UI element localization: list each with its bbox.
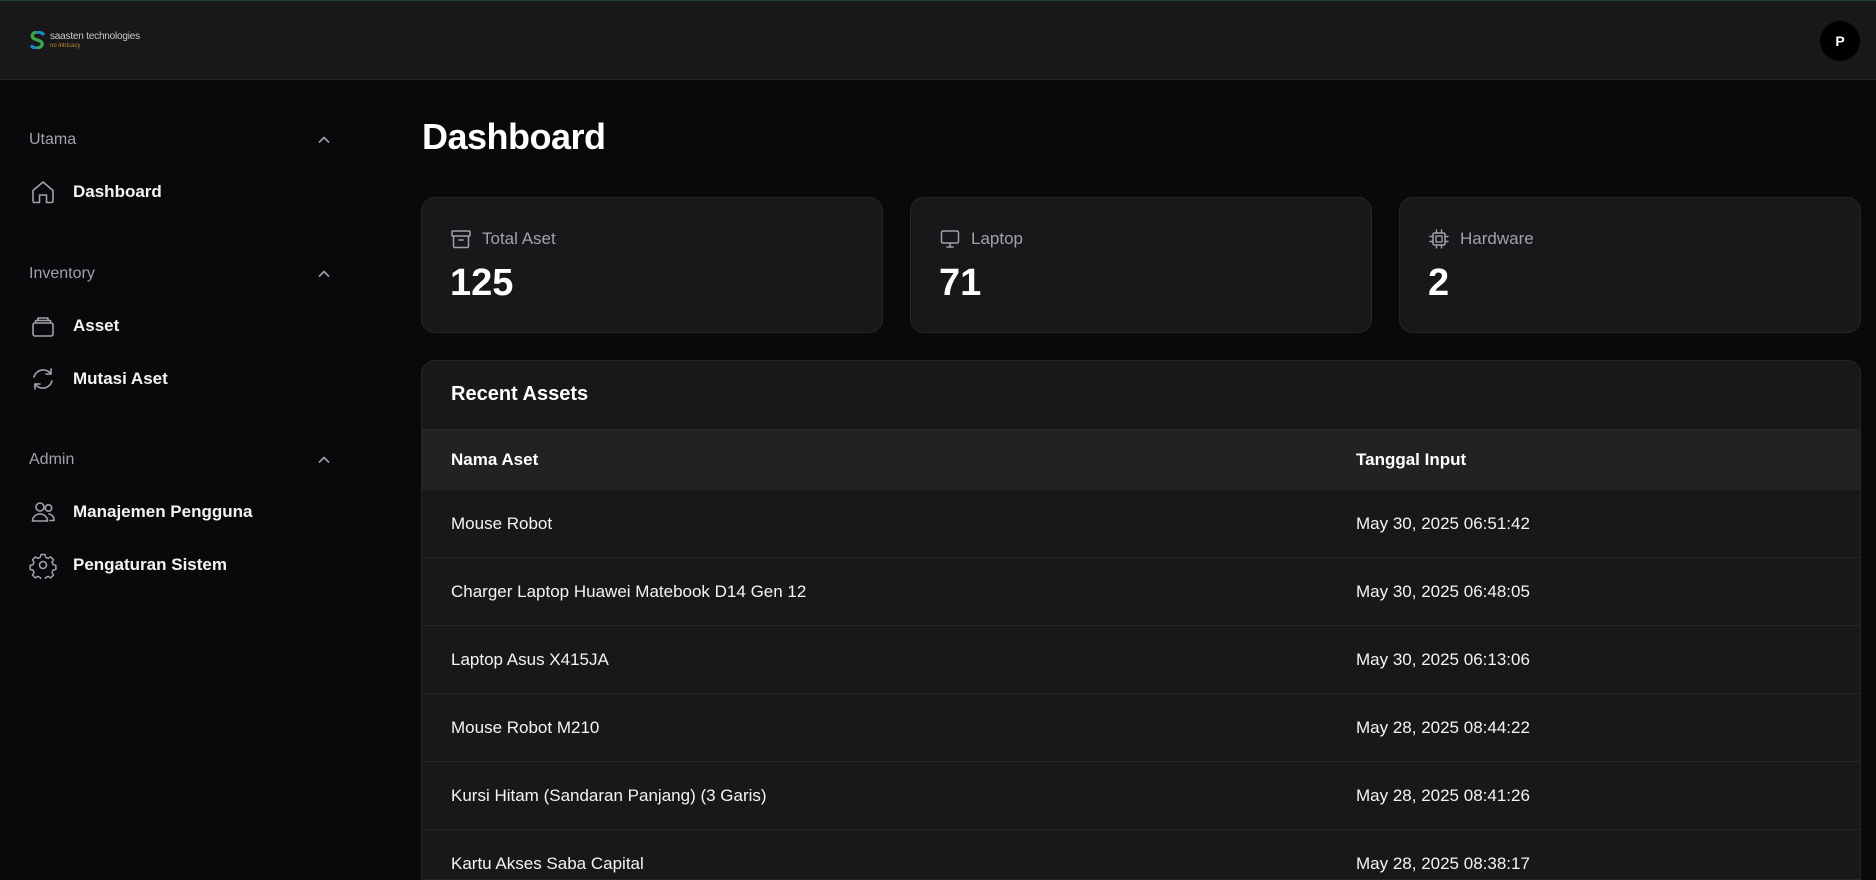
chevron-up-icon [318,136,330,143]
archive-icon [451,230,471,249]
sidebar-item-asset[interactable]: Asset [29,311,329,341]
refresh-icon [33,368,53,390]
asset-name-cell: Mouse Robot [451,513,553,533]
table-row[interactable]: Charger Laptop Huawei Matebook D14 Gen 1… [422,557,1860,625]
stat-value: 125 [450,262,514,304]
table-header: Nama Aset Tanggal Input [422,429,1860,489]
cpu-icon [1429,229,1449,249]
column-header-tanggal-input[interactable]: Tanggal Input [1356,450,1466,470]
sidebar-item-label: Mutasi Aset [73,369,168,388]
asset-date-cell: May 30, 2025 06:48:05 [1356,581,1530,601]
monitor-icon [940,230,960,248]
table-row[interactable]: Kartu Akses Saba Capital May 28, 2025 08… [422,829,1860,879]
sidebar: Utama Dashboard Inventory Asset Mutasi A… [0,80,350,859]
asset-date-cell: May 30, 2025 06:13:06 [1356,649,1530,669]
box-stack-icon [32,317,54,337]
sidebar-item-dashboard[interactable]: Dashboard [29,177,329,207]
users-icon [31,502,55,522]
sidebar-group-inventory[interactable]: Inventory [29,262,330,286]
asset-name-cell: Kursi Hitam (Sandaran Panjang) (3 Garis) [451,785,767,805]
page-title: Dashboard [422,116,606,157]
recent-assets-card: Recent Assets Nama Aset Tanggal Input Mo… [421,360,1861,880]
stat-card-total-aset: Total Aset 125 [421,197,883,333]
asset-name-cell: Mouse Robot M210 [451,717,600,737]
sidebar-group-title: Admin [29,451,75,468]
asset-date-cell: May 28, 2025 08:38:17 [1356,853,1530,873]
sidebar-group-utama[interactable]: Utama [29,128,330,152]
home-icon [32,181,54,204]
column-header-nama-aset[interactable]: Nama Aset [451,450,538,470]
sidebar-item-pengaturan-sistem[interactable]: Pengaturan Sistem [29,550,329,580]
asset-name-cell: Laptop Asus X415JA [451,649,609,669]
stat-value: 2 [1428,262,1450,304]
stat-value: 71 [939,262,982,304]
sidebar-group-title: Utama [29,131,77,148]
brand-name: saasten technologies [50,30,140,42]
sidebar-item-label: Pengaturan Sistem [73,555,227,574]
table-row[interactable]: Kursi Hitam (Sandaran Panjang) (3 Garis)… [422,761,1860,829]
sidebar-item-label: Manajemen Pengguna [73,502,253,521]
stat-label: Total Aset [482,229,556,248]
table-row[interactable]: Mouse Robot M210 May 28, 2025 08:44:22 [422,693,1860,761]
top-bar: saasten technologies no intricacy P [0,0,1876,80]
sidebar-group-title: Inventory [29,265,95,282]
stat-label: Laptop [971,229,1023,248]
sidebar-item-manajemen-pengguna[interactable]: Manajemen Pengguna [29,497,329,527]
brand-tagline: no intricacy [50,42,81,49]
asset-date-cell: May 28, 2025 08:44:22 [1356,717,1530,737]
asset-date-cell: May 28, 2025 08:41:26 [1356,785,1530,805]
gear-icon [29,553,57,579]
chevron-up-icon [318,456,330,463]
asset-name-cell: Charger Laptop Huawei Matebook D14 Gen 1… [451,581,807,601]
asset-date-cell: May 30, 2025 06:51:42 [1356,513,1530,533]
stat-card-hardware: Hardware 2 [1399,197,1861,333]
asset-name-cell: Kartu Akses Saba Capital [451,853,644,873]
brand-logo[interactable]: saasten technologies no intricacy [30,31,140,49]
brand-logo-icon [30,31,45,49]
sidebar-group-admin[interactable]: Admin [29,448,330,472]
chevron-up-icon [318,270,330,277]
sidebar-item-mutasi-aset[interactable]: Mutasi Aset [29,364,329,394]
stat-card-laptop: Laptop 71 [910,197,1372,333]
sidebar-item-label: Asset [73,316,120,335]
recent-assets-title: Recent Assets [451,383,589,405]
sidebar-item-label: Dashboard [73,182,162,201]
table-row[interactable]: Laptop Asus X415JA May 30, 2025 06:13:06 [422,625,1860,693]
user-avatar[interactable]: P [1820,21,1860,61]
stat-label: Hardware [1460,229,1534,248]
table-row[interactable]: Mouse Robot May 30, 2025 06:51:42 [422,489,1860,557]
